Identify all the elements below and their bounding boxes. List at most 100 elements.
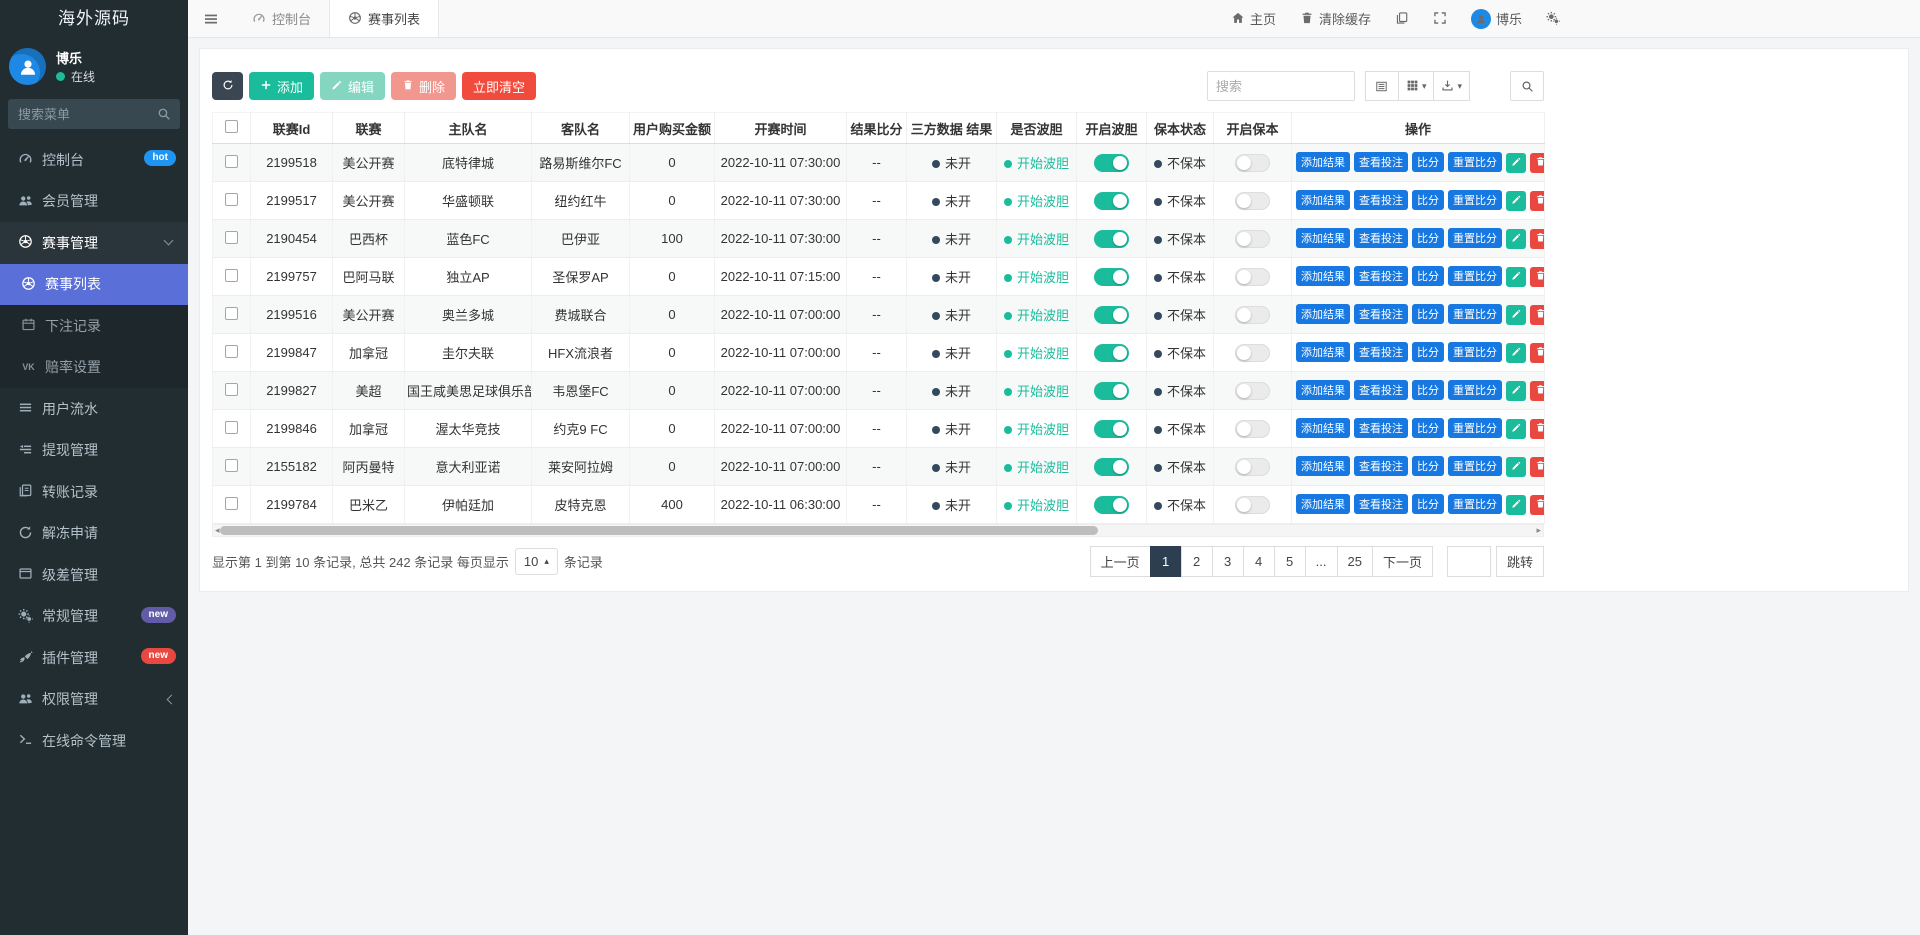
user-menu[interactable]: 博乐 — [1471, 9, 1522, 29]
reset-score-button[interactable]: 重置比分 — [1448, 456, 1502, 476]
row-delete-button[interactable] — [1530, 495, 1545, 515]
score-button[interactable]: 比分 — [1412, 380, 1444, 400]
bodan-toggle[interactable] — [1094, 458, 1129, 476]
score-button[interactable]: 比分 — [1412, 190, 1444, 210]
start-bodan-link[interactable]: 开始波胆 — [1017, 460, 1069, 475]
start-bodan-link[interactable]: 开始波胆 — [1017, 194, 1069, 209]
reset-score-button[interactable]: 重置比分 — [1448, 266, 1502, 286]
start-bodan-link[interactable]: 开始波胆 — [1017, 156, 1069, 171]
add-result-button[interactable]: 添加结果 — [1296, 304, 1350, 324]
start-bodan-link[interactable]: 开始波胆 — [1017, 422, 1069, 437]
view-bets-button[interactable]: 查看投注 — [1354, 342, 1408, 362]
start-bodan-link[interactable]: 开始波胆 — [1017, 232, 1069, 247]
row-edit-button[interactable] — [1506, 153, 1526, 173]
row-delete-button[interactable] — [1530, 343, 1545, 363]
view-bets-button[interactable]: 查看投注 — [1354, 380, 1408, 400]
row-checkbox[interactable] — [225, 345, 238, 358]
score-button[interactable]: 比分 — [1412, 494, 1444, 514]
user-avatar[interactable] — [9, 48, 46, 85]
score-button[interactable]: 比分 — [1412, 456, 1444, 476]
jump-page-input[interactable] — [1447, 546, 1491, 577]
bodan-toggle[interactable] — [1094, 230, 1129, 248]
start-bodan-link[interactable]: 开始波胆 — [1017, 270, 1069, 285]
start-bodan-link[interactable]: 开始波胆 — [1017, 498, 1069, 513]
tab-控制台[interactable]: 控制台 — [234, 0, 329, 37]
select-all-checkbox[interactable] — [225, 120, 238, 133]
row-checkbox[interactable] — [225, 383, 238, 396]
view-bets-button[interactable]: 查看投注 — [1354, 152, 1408, 172]
score-button[interactable]: 比分 — [1412, 418, 1444, 438]
sidebar-item-赛事列表[interactable]: 赛事列表 — [0, 264, 188, 306]
bodan-toggle[interactable] — [1094, 420, 1129, 438]
row-delete-button[interactable] — [1530, 191, 1545, 211]
page-button-5[interactable]: 5 — [1274, 546, 1306, 577]
page-button-25[interactable]: 25 — [1337, 546, 1373, 577]
sidebar-item-控制台[interactable]: 控制台hot — [0, 139, 188, 181]
sidebar-item-权限管理[interactable]: 权限管理 — [0, 679, 188, 721]
sidebar-item-解冻申请[interactable]: 解冻申请 — [0, 513, 188, 555]
reset-score-button[interactable]: 重置比分 — [1448, 190, 1502, 210]
add-result-button[interactable]: 添加结果 — [1296, 380, 1350, 400]
add-result-button[interactable]: 添加结果 — [1296, 266, 1350, 286]
row-delete-button[interactable] — [1530, 419, 1545, 439]
view-bets-button[interactable]: 查看投注 — [1354, 266, 1408, 286]
horizontal-scrollbar[interactable]: ◂ ▸ — [212, 524, 1544, 537]
bodan-toggle[interactable] — [1094, 496, 1129, 514]
clear-cache-link[interactable]: 清除缓存 — [1300, 9, 1371, 28]
reset-score-button[interactable]: 重置比分 — [1448, 418, 1502, 438]
reset-score-button[interactable]: 重置比分 — [1448, 380, 1502, 400]
add-result-button[interactable]: 添加结果 — [1296, 494, 1350, 514]
view-bets-button[interactable]: 查看投注 — [1354, 494, 1408, 514]
home-link[interactable]: 主页 — [1231, 9, 1276, 28]
bodan-toggle[interactable] — [1094, 268, 1129, 286]
reset-score-button[interactable]: 重置比分 — [1448, 152, 1502, 172]
row-edit-button[interactable] — [1506, 229, 1526, 249]
bodan-toggle[interactable] — [1094, 306, 1129, 324]
add-result-button[interactable]: 添加结果 — [1296, 456, 1350, 476]
baoben-toggle[interactable] — [1235, 382, 1270, 400]
row-checkbox[interactable] — [225, 497, 238, 510]
add-button[interactable]: 添加 — [249, 72, 314, 100]
row-edit-button[interactable] — [1506, 381, 1526, 401]
bodan-toggle[interactable] — [1094, 192, 1129, 210]
baoben-toggle[interactable] — [1235, 420, 1270, 438]
row-delete-button[interactable] — [1530, 267, 1545, 287]
tab-赛事列表[interactable]: 赛事列表 — [329, 0, 439, 37]
sidebar-item-插件管理[interactable]: 插件管理new — [0, 637, 188, 679]
row-delete-button[interactable] — [1530, 153, 1545, 173]
bodan-toggle[interactable] — [1094, 382, 1129, 400]
view-bets-button[interactable]: 查看投注 — [1354, 304, 1408, 324]
row-checkbox[interactable] — [225, 269, 238, 282]
page-button-1[interactable]: 1 — [1150, 546, 1182, 577]
settings-button[interactable] — [1546, 11, 1560, 27]
row-edit-button[interactable] — [1506, 419, 1526, 439]
row-checkbox[interactable] — [225, 193, 238, 206]
baoben-toggle[interactable] — [1235, 192, 1270, 210]
start-bodan-link[interactable]: 开始波胆 — [1017, 346, 1069, 361]
row-checkbox[interactable] — [225, 155, 238, 168]
baoben-toggle[interactable] — [1235, 230, 1270, 248]
baoben-toggle[interactable] — [1235, 154, 1270, 172]
delete-button[interactable]: 删除 — [391, 72, 456, 100]
score-button[interactable]: 比分 — [1412, 266, 1444, 286]
baoben-toggle[interactable] — [1235, 306, 1270, 324]
row-delete-button[interactable] — [1530, 457, 1545, 477]
search-toggle-button[interactable] — [1510, 71, 1544, 101]
sidebar-item-用户流水[interactable]: 用户流水 — [0, 388, 188, 430]
sidebar-item-在线命令管理[interactable]: 在线命令管理 — [0, 720, 188, 762]
page-size-select[interactable]: 10▴ — [515, 548, 558, 575]
row-edit-button[interactable] — [1506, 495, 1526, 515]
next-page-button[interactable]: 下一页 — [1372, 546, 1433, 577]
columns-button[interactable]: ▾ — [1398, 71, 1435, 101]
baoben-toggle[interactable] — [1235, 344, 1270, 362]
sidebar-item-会员管理[interactable]: 会员管理 — [0, 181, 188, 223]
row-checkbox[interactable] — [225, 231, 238, 244]
search-icon[interactable] — [157, 106, 171, 122]
start-bodan-link[interactable]: 开始波胆 — [1017, 308, 1069, 323]
row-edit-button[interactable] — [1506, 457, 1526, 477]
score-button[interactable]: 比分 — [1412, 152, 1444, 172]
reset-score-button[interactable]: 重置比分 — [1448, 342, 1502, 362]
row-delete-button[interactable] — [1530, 305, 1545, 325]
row-checkbox[interactable] — [225, 421, 238, 434]
add-result-button[interactable]: 添加结果 — [1296, 342, 1350, 362]
